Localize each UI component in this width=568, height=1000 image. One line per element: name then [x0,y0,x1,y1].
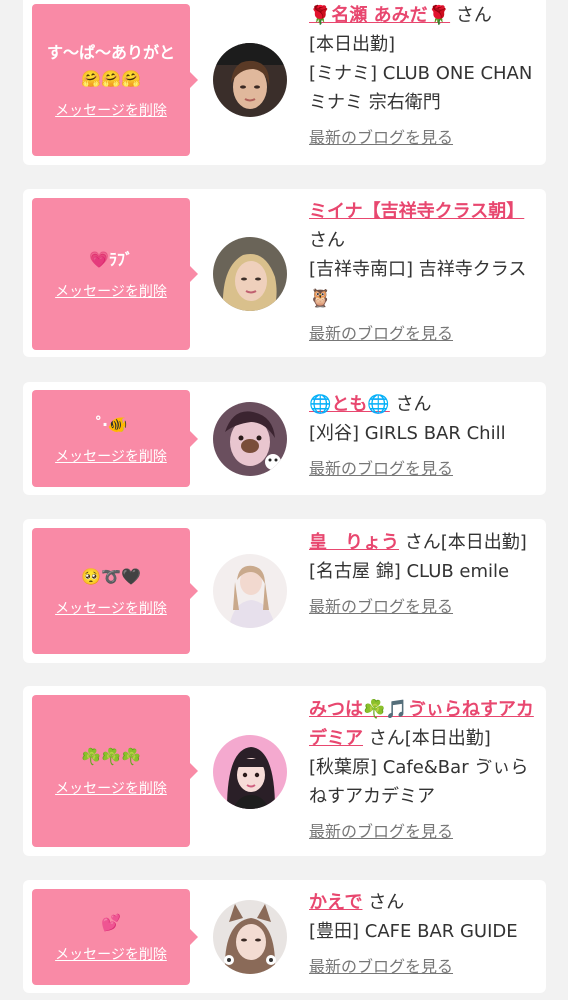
shop-name: [名古屋 錦] CLUB emile [309,561,510,582]
cast-name-link[interactable]: 皇 りょう [309,532,399,553]
cast-name-link[interactable]: 🌐とも🌐 [309,394,390,415]
message-card: す〜ぱ〜ありがと 🤗🤗🤗 メッセージを削除 🌹名瀬 あみだ🌹 さん [本日出勤]… [23,0,546,165]
woman-cat-ears-avatar-icon [213,900,287,974]
message-bubble: ☘️☘️☘️ メッセージを削除 [32,695,198,847]
message-card: 💗ﾗﾌﾞ メッセージを削除 ミイナ【吉祥寺クラス朝】 さん [吉祥寺南口] 吉祥… [23,189,546,357]
work-status: [本日出勤] [440,532,527,553]
message-bubble: す〜ぱ〜ありがと 🤗🤗🤗 メッセージを削除 [32,4,198,156]
latest-blog-link[interactable]: 最新のブログを見る [309,454,541,483]
avatar[interactable] [213,402,287,476]
delete-message-link[interactable]: メッセージを削除 [55,944,167,964]
delete-message-link[interactable]: メッセージを削除 [55,778,167,798]
message-bubble: 🥺➰🖤 メッセージを削除 [32,528,198,654]
delete-message-link[interactable]: メッセージを削除 [55,446,167,466]
message-text: ☘️☘️☘️ [81,747,141,766]
avatar[interactable] [213,900,287,974]
message-text: す〜ぱ〜ありがと 🤗🤗🤗 [46,43,175,88]
honorific: さん [368,892,405,913]
message-text: 💕 [101,913,121,932]
message-text: ˚‧🐠 [94,414,128,434]
cast-name-link[interactable]: ミイナ【吉祥寺クラス朝】 [309,201,524,222]
message-card: 💕 メッセージを削除 かえで さん [豊田] CAFE BAR GUIDE 最新… [23,880,546,993]
message-bubble: 💕 メッセージを削除 [32,889,198,985]
honorific: さん [395,394,432,415]
message-bubble: ˚‧🐠 メッセージを削除 [32,390,198,487]
work-status: [本日出勤] [404,728,491,749]
message-card: ˚‧🐠 メッセージを削除 🌐とも🌐 さん [刈谷] GIRLS BAR Chil… [23,382,546,495]
latest-blog-link[interactable]: 最新のブログを見る [309,952,541,981]
work-status: [本日出勤] [309,34,396,55]
honorific: さん [368,728,405,749]
shop-name: [豊田] CAFE BAR GUIDE [309,921,518,942]
latest-blog-link[interactable]: 最新のブログを見る [309,817,541,846]
woman-white-dress-avatar-icon [213,554,287,628]
honorific: さん [404,532,441,553]
woman-dark-hair-avatar-icon [213,43,287,117]
shop-name: [吉祥寺南口] 吉祥寺クラス🦉 [309,259,527,309]
message-card: 🥺➰🖤 メッセージを削除 皇 りょう さん[本日出勤] [名古屋 錦] CLUB… [23,519,546,663]
cast-name-link[interactable]: かえで [309,892,362,913]
shop-name: [刈谷] GIRLS BAR Chill [309,423,506,444]
honorific: さん [309,230,345,251]
latest-blog-link[interactable]: 最新のブログを見る [309,123,541,152]
delete-message-link[interactable]: メッセージを削除 [55,598,167,618]
latest-blog-link[interactable]: 最新のブログを見る [309,319,541,348]
message-bubble: 💗ﾗﾌﾞ メッセージを削除 [32,198,198,350]
shop-name: [ミナミ] CLUB ONE CHAN ミナミ 宗右衛門 [309,63,533,113]
delete-message-link[interactable]: メッセージを削除 [55,281,167,301]
woman-bear-filter-avatar-icon [213,402,287,476]
latest-blog-link[interactable]: 最新のブログを見る [309,592,541,621]
avatar[interactable] [213,43,287,117]
delete-message-link[interactable]: メッセージを削除 [55,100,167,120]
message-text: 💗ﾗﾌﾞ [89,250,133,269]
woman-pink-background-avatar-icon [213,735,287,809]
avatar[interactable] [213,554,287,628]
message-card: ☘️☘️☘️ メッセージを削除 みつは☘️🎵ゔぃらねすアカデミア さん[本日出勤… [23,686,546,856]
shop-name: [秋葉原] Cafe&Bar ゔぃらねすアカデミア [309,757,529,807]
avatar[interactable] [213,735,287,809]
woman-blonde-avatar-icon [213,237,287,311]
message-text: 🥺➰🖤 [81,567,141,586]
avatar[interactable] [213,237,287,311]
cast-name-link[interactable]: 🌹名瀬 あみだ🌹 [309,5,450,26]
honorific: さん [455,5,492,26]
